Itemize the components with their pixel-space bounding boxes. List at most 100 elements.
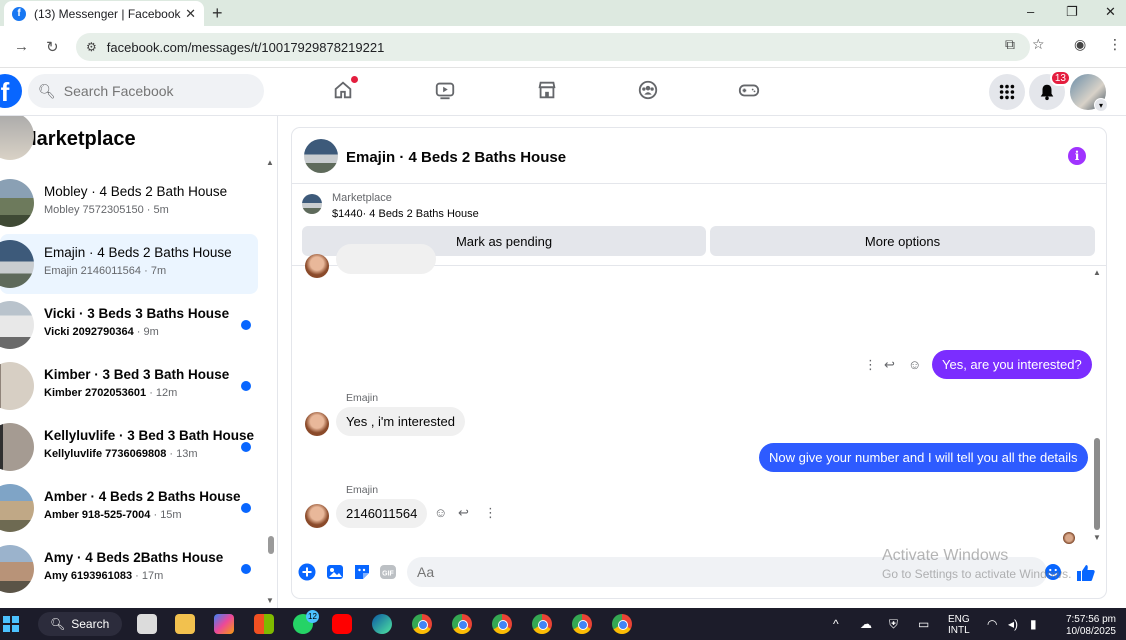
profile-icon[interactable]: ◉ bbox=[1074, 36, 1086, 53]
wifi-icon[interactable]: ◠ bbox=[987, 617, 997, 631]
new-tab-button[interactable]: + bbox=[212, 3, 223, 24]
minimize-button[interactable]: – bbox=[1027, 4, 1034, 19]
search-input[interactable] bbox=[63, 83, 244, 99]
facebook-search-box[interactable]: 🔍︎ bbox=[28, 74, 264, 108]
menu-button[interactable] bbox=[989, 74, 1025, 110]
list-scrollbar-thumb[interactable] bbox=[268, 536, 274, 554]
reply-icon[interactable]: ↩ bbox=[884, 357, 895, 373]
marketplace-nav-button[interactable] bbox=[535, 78, 559, 102]
video-nav-button[interactable] bbox=[433, 78, 457, 102]
list-scroll-up-icon[interactable]: ▲ bbox=[266, 158, 274, 167]
groups-nav-button[interactable] bbox=[636, 78, 660, 102]
incoming-message[interactable]: 2146011564 bbox=[336, 499, 428, 528]
tray-overflow-icon[interactable]: ^ bbox=[833, 617, 839, 631]
display-icon[interactable]: ▭ bbox=[918, 617, 929, 631]
sender-avatar bbox=[305, 254, 329, 278]
omnibox[interactable]: ⚙ facebook.com/messages/t/10017929878219… bbox=[76, 33, 1030, 61]
battery-icon[interactable]: ▮ bbox=[1030, 617, 1037, 631]
chrome-icon[interactable] bbox=[452, 614, 472, 634]
chat-title[interactable]: Emajin · 4 Beds 2 Baths House bbox=[346, 149, 566, 166]
chrome-icon[interactable] bbox=[572, 614, 592, 634]
notifications-button[interactable]: 13 bbox=[1029, 70, 1071, 110]
listing-thumbnail bbox=[0, 301, 34, 349]
chat-avatar[interactable] bbox=[304, 139, 338, 173]
tab-close-icon[interactable]: ✕ bbox=[185, 6, 196, 22]
more-icon[interactable]: ⋮ bbox=[864, 357, 877, 373]
plus-circle-icon[interactable] bbox=[298, 563, 316, 581]
conversation-item[interactable]: Mobley · 4 Beds 2 Bath House Mobley 75723… bbox=[0, 173, 258, 233]
install-app-icon[interactable]: ⧉ bbox=[1005, 36, 1015, 53]
react-smile-icon[interactable]: ☺ bbox=[434, 505, 447, 520]
chrome-icon[interactable] bbox=[532, 614, 552, 634]
chrome-icon[interactable] bbox=[412, 614, 432, 634]
react-smile-icon[interactable]: ☺ bbox=[908, 357, 921, 372]
conversation-item[interactable]: Emajin · 4 Beds 2 Baths House Emajin 2146… bbox=[0, 234, 258, 294]
unread-dot bbox=[241, 381, 251, 391]
bookmark-star-icon[interactable]: ☆ bbox=[1032, 36, 1045, 53]
chrome-icon[interactable] bbox=[612, 614, 632, 634]
taskbar-search[interactable]: 🔍︎ Search bbox=[38, 612, 122, 636]
conversation-item[interactable]: Amber · 4 Beds 2 Baths House Amber 918-52… bbox=[0, 478, 258, 538]
taskbar-clock[interactable]: 7:57:56 pm 10/08/2025 bbox=[1058, 614, 1116, 638]
gif-icon[interactable]: GIF bbox=[379, 563, 397, 581]
list-scroll-down-icon[interactable]: ▼ bbox=[266, 596, 274, 605]
forward-arrow-icon[interactable]: → bbox=[14, 38, 29, 55]
reload-icon[interactable]: ↻ bbox=[46, 38, 59, 56]
windows-start-icon[interactable] bbox=[3, 616, 19, 632]
restore-button[interactable]: ❐ bbox=[1066, 4, 1078, 20]
volume-icon[interactable]: ◂) bbox=[1008, 617, 1018, 631]
gaming-nav-button[interactable] bbox=[737, 78, 761, 102]
incoming-message[interactable]: Yes , i'm interested bbox=[336, 407, 465, 436]
thumbs-up-icon[interactable] bbox=[1076, 563, 1096, 583]
message-thread: ⋮ ↩ ☺ Yes, are you interested? Emajin Ye… bbox=[292, 244, 1106, 551]
home-icon bbox=[334, 81, 352, 99]
preview-text: Amber 918-525-7004 bbox=[44, 509, 151, 521]
browser-menu-icon[interactable]: ⋮ bbox=[1108, 36, 1122, 53]
facebook-logo-icon[interactable]: f bbox=[0, 74, 22, 108]
edge-icon[interactable] bbox=[372, 614, 392, 634]
conversation-title: Kimber · 3 Bed 3 Bath House bbox=[44, 367, 230, 382]
listing-price[interactable]: $1440· 4 Beds 2 Baths House bbox=[332, 208, 479, 220]
window-close-button[interactable]: ✕ bbox=[1105, 4, 1116, 20]
chat-scroll-down-icon[interactable]: ▼ bbox=[1093, 533, 1101, 542]
reply-icon[interactable]: ↩ bbox=[458, 505, 469, 521]
conversation-item-partial[interactable] bbox=[0, 116, 258, 166]
conversation-preview: Amber 918-525-7004 · 15m bbox=[44, 509, 182, 521]
outgoing-message[interactable]: Now give your number and I will tell you… bbox=[759, 443, 1088, 472]
home-nav-button[interactable] bbox=[331, 76, 358, 102]
file-explorer-icon[interactable] bbox=[175, 614, 195, 634]
chrome-icon[interactable] bbox=[492, 614, 512, 634]
copilot-icon[interactable] bbox=[214, 614, 234, 634]
sender-avatar[interactable] bbox=[305, 412, 329, 436]
more-icon[interactable]: ⋮ bbox=[484, 505, 497, 521]
timestamp: 15m bbox=[160, 509, 182, 521]
site-settings-icon[interactable]: ⚙ bbox=[86, 40, 97, 54]
url-text[interactable]: facebook.com/messages/t/1001792987821922… bbox=[107, 40, 385, 55]
info-icon[interactable]: i bbox=[1068, 147, 1086, 165]
conversation-item[interactable]: Kimber · 3 Bed 3 Bath House Kimber 270205… bbox=[0, 356, 258, 416]
microsoft-store-icon[interactable] bbox=[254, 614, 274, 634]
more-options-button[interactable]: More options bbox=[710, 226, 1095, 256]
conversation-item[interactable]: Vicki · 3 Beds 3 Baths House Vicki 209279… bbox=[0, 295, 258, 355]
chevron-down-icon[interactable]: ▾ bbox=[1094, 98, 1108, 112]
onedrive-icon[interactable]: ☁ bbox=[860, 617, 872, 631]
whatsapp-icon[interactable]: 12 bbox=[293, 610, 319, 634]
browser-tab[interactable]: f (13) Messenger | Facebook ✕ bbox=[4, 1, 204, 26]
unread-dot bbox=[241, 503, 251, 513]
outgoing-message[interactable]: Yes, are you interested? bbox=[932, 350, 1092, 379]
task-view-icon[interactable] bbox=[137, 614, 157, 634]
conversation-item[interactable]: Kellyluvlife · 3 Bed 3 Bath House Kellylu… bbox=[0, 417, 258, 477]
cut-off-message-bubble[interactable] bbox=[336, 244, 436, 274]
sticker-icon[interactable] bbox=[353, 563, 371, 581]
chat-scroll-up-icon[interactable]: ▲ bbox=[1093, 268, 1101, 277]
chat-scrollbar-thumb[interactable] bbox=[1094, 438, 1100, 530]
account-avatar[interactable]: ▾ bbox=[1070, 74, 1108, 112]
input-language[interactable]: ENG INTL bbox=[948, 614, 970, 636]
sender-avatar[interactable] bbox=[305, 504, 329, 528]
photo-icon[interactable] bbox=[326, 563, 344, 581]
listing-thumbnail bbox=[0, 116, 34, 160]
defender-icon[interactable]: ⛨ bbox=[889, 617, 898, 632]
youtube-icon[interactable] bbox=[332, 614, 352, 634]
listing-thumbnail[interactable] bbox=[302, 194, 322, 214]
conversation-item[interactable]: Amy · 4 Beds 2Baths House Amy 6193961083 … bbox=[0, 539, 258, 599]
